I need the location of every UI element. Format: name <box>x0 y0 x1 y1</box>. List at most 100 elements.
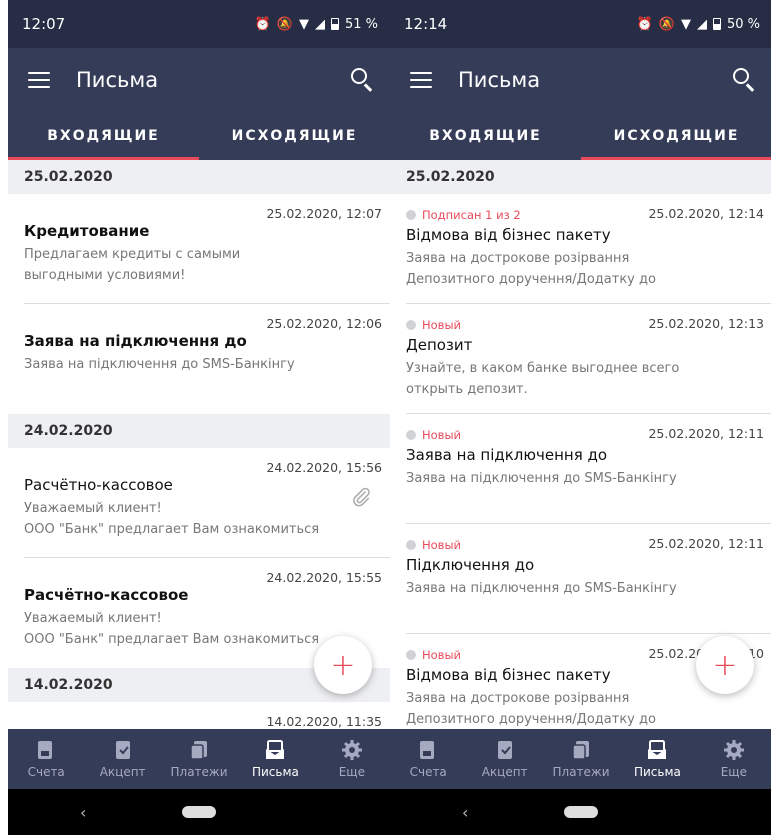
status-bar: 12:07 ⏰ 🔕 ▼ ◢ 51 % <box>8 0 390 48</box>
back-icon[interactable]: ‹ <box>80 803 86 822</box>
mute-icon: 🔕 <box>276 16 293 32</box>
nav-accounts[interactable]: Счета <box>8 729 84 789</box>
message-item[interactable]: 24.02.2020, 15:56 Расчётно-кассовое Уваж… <box>8 448 390 558</box>
message-time: 24.02.2020, 15:55 <box>266 570 382 585</box>
nav-accept[interactable]: Акцепт <box>84 729 160 789</box>
tab-outbox[interactable]: ИСХОДЯЩИЕ <box>199 112 390 160</box>
search-icon[interactable] <box>350 67 376 93</box>
nav-label: Счета <box>409 765 447 779</box>
alarm-icon: ⏰ <box>636 16 653 32</box>
system-nav: ‹ <box>390 789 771 835</box>
nav-more[interactable]: Еще <box>314 729 390 789</box>
read-dot-icon <box>406 650 416 660</box>
page-title: Письма <box>76 68 159 92</box>
back-icon[interactable]: ‹ <box>462 803 468 822</box>
message-title: Депозит <box>406 336 473 354</box>
message-time: 24.02.2020, 15:56 <box>266 460 382 475</box>
message-preview: Заява на підключення до SMS-Банкінгу <box>406 471 677 486</box>
nav-accounts[interactable]: Счета <box>390 729 466 789</box>
phone-inbox: 12:07 ⏰ 🔕 ▼ ◢ 51 % Письма ВХОДЯЩИЕ ИСХОД… <box>8 0 390 835</box>
battery-icon <box>712 18 721 30</box>
status-bar: 12:14 ⏰ 🔕 ▼ ◢ 50 % <box>390 0 771 48</box>
message-preview: Уважаемый клиент! ООО "Банк" предлагает … <box>24 501 320 537</box>
accounts-icon <box>38 741 53 759</box>
battery-level: 51 % <box>344 16 378 32</box>
message-time: 25.02.2020, 12:07 <box>266 206 382 221</box>
message-item[interactable]: 14.02.2020, 11:35 <box>8 702 390 729</box>
app-bar: Письма <box>8 48 390 112</box>
message-preview: Заява на підключення до SMS-Банкінгу <box>406 581 677 596</box>
nav-more[interactable]: Еще <box>696 729 771 789</box>
tabs: ВХОДЯЩИЕ ИСХОДЯЩИЕ <box>8 112 390 160</box>
payments-icon <box>190 741 208 760</box>
message-time: 25.02.2020, 12:11 <box>648 426 764 441</box>
paperclip-icon <box>353 487 370 507</box>
message-item[interactable]: 25.02.2020, 12:07 Кредитование Предлагае… <box>8 194 390 304</box>
message-title: Расчётно-кассовое <box>24 476 173 494</box>
message-item[interactable]: Новый 25.02.2020, 12:13 Депозит Узнайте,… <box>390 304 771 414</box>
home-button[interactable] <box>182 806 216 818</box>
bottom-nav: Счета Акцепт Платежи Письма Еще <box>8 729 390 789</box>
message-title: Заява на підключення до <box>24 332 247 350</box>
wifi-icon: ▼ <box>680 16 691 32</box>
nav-label: Акцепт <box>99 765 146 779</box>
read-dot-icon <box>406 430 416 440</box>
message-preview: Заява на дострокове розірвання Депозитно… <box>406 691 656 727</box>
tabs: ВХОДЯЩИЕ ИСХОДЯЩИЕ <box>390 112 771 160</box>
menu-icon[interactable] <box>28 72 50 88</box>
signal-icon: ◢ <box>696 16 707 32</box>
message-title: Кредитование <box>24 222 150 240</box>
message-item[interactable]: Новый 25.02.2020, 12:11 Підключення до З… <box>390 524 771 634</box>
more-gear-icon <box>341 740 362 760</box>
read-dot-icon <box>406 210 416 220</box>
accounts-icon <box>420 741 435 759</box>
message-preview: Предлагаем кредиты с самыми выгодными ус… <box>24 247 241 283</box>
message-time: 25.02.2020, 12:14 <box>648 206 764 221</box>
page-title: Письма <box>458 68 541 92</box>
bottom-nav: Счета Акцепт Платежи Письма Еще <box>390 729 771 789</box>
system-nav: ‹ <box>8 789 390 835</box>
nav-label: Письма <box>251 765 299 779</box>
nav-payments[interactable]: Платежи <box>543 729 619 789</box>
nav-label: Счета <box>27 765 65 779</box>
accept-icon <box>497 741 512 759</box>
menu-icon[interactable] <box>410 72 432 88</box>
message-item[interactable]: Новый 25.02.2020, 12:11 Заява на підключ… <box>390 414 771 524</box>
nav-label: Платежи <box>552 765 610 779</box>
nav-label: Письма <box>633 765 681 779</box>
tab-inbox[interactable]: ВХОДЯЩИЕ <box>390 112 581 160</box>
payments-icon <box>572 741 590 760</box>
message-preview: Заява на дострокове розірвання Депозитно… <box>406 251 656 287</box>
message-time: 25.02.2020, 12:13 <box>648 316 764 331</box>
nav-letters[interactable]: Письма <box>237 729 313 789</box>
message-time: 25.02.2020, 12:06 <box>266 316 382 331</box>
nav-label: Еще <box>720 765 747 779</box>
message-time: 25.02.2020, 12:11 <box>648 536 764 551</box>
wifi-icon: ▼ <box>298 16 309 32</box>
nav-letters[interactable]: Письма <box>619 729 695 789</box>
nav-label: Еще <box>338 765 365 779</box>
read-dot-icon <box>406 320 416 330</box>
compose-fab-button[interactable]: + <box>696 636 754 694</box>
message-item[interactable]: 25.02.2020, 12:06 Заява на підключення д… <box>8 304 390 414</box>
mute-icon: 🔕 <box>658 16 675 32</box>
message-item[interactable]: Подписан 1 из 2 25.02.2020, 12:14 Відмов… <box>390 194 771 304</box>
search-icon[interactable] <box>732 67 758 93</box>
message-title: Відмова від бізнес пакету <box>406 226 611 244</box>
home-button[interactable] <box>564 806 598 818</box>
nav-accept[interactable]: Акцепт <box>466 729 542 789</box>
compose-fab-button[interactable]: + <box>314 636 372 694</box>
app-bar: Письма <box>390 48 771 112</box>
nav-payments[interactable]: Платежи <box>161 729 237 789</box>
tab-inbox[interactable]: ВХОДЯЩИЕ <box>8 112 199 160</box>
accept-icon <box>115 741 130 759</box>
message-preview: Узнайте, в каком банке выгоднее всего от… <box>406 361 680 397</box>
date-header: 24.02.2020 <box>8 414 390 448</box>
status-time: 12:14 <box>404 15 448 33</box>
nav-label: Платежи <box>170 765 228 779</box>
message-title: Підключення до <box>406 556 535 574</box>
letters-icon <box>266 740 285 759</box>
tab-outbox[interactable]: ИСХОДЯЩИЕ <box>581 112 771 160</box>
date-header: 25.02.2020 <box>390 160 771 194</box>
message-title: Расчётно-кассовое <box>24 586 189 604</box>
